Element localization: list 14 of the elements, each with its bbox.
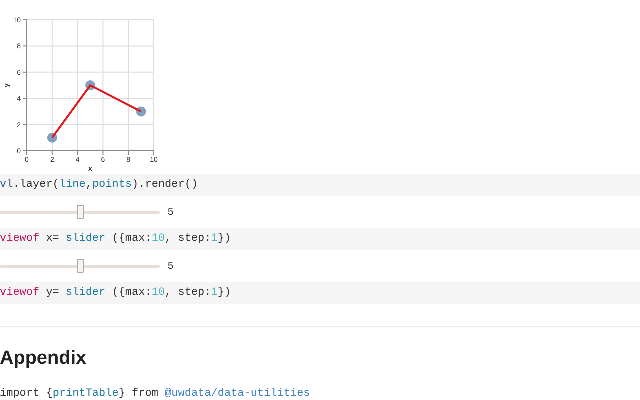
slider[interactable] (0, 259, 160, 273)
code-cell: viewof y= slider ({max:10, step:1}) (0, 282, 640, 304)
slider[interactable] (0, 205, 160, 219)
slider-value: 5 (168, 260, 174, 274)
code-cell: vl.layer(line,points).render() (0, 174, 640, 196)
slider-thumb[interactable] (76, 259, 84, 273)
import-statement: import {printTable} from @uwdata/data-utilities (0, 386, 312, 400)
data-point (136, 106, 146, 117)
data-point (86, 80, 96, 90)
slider-value: 5 (168, 206, 174, 220)
code-cell: viewof x= slider ({max:10, step:1}) (0, 228, 640, 250)
slider-thumb[interactable] (76, 205, 84, 219)
data-point (47, 132, 58, 143)
section-heading: Appendix (0, 347, 88, 371)
